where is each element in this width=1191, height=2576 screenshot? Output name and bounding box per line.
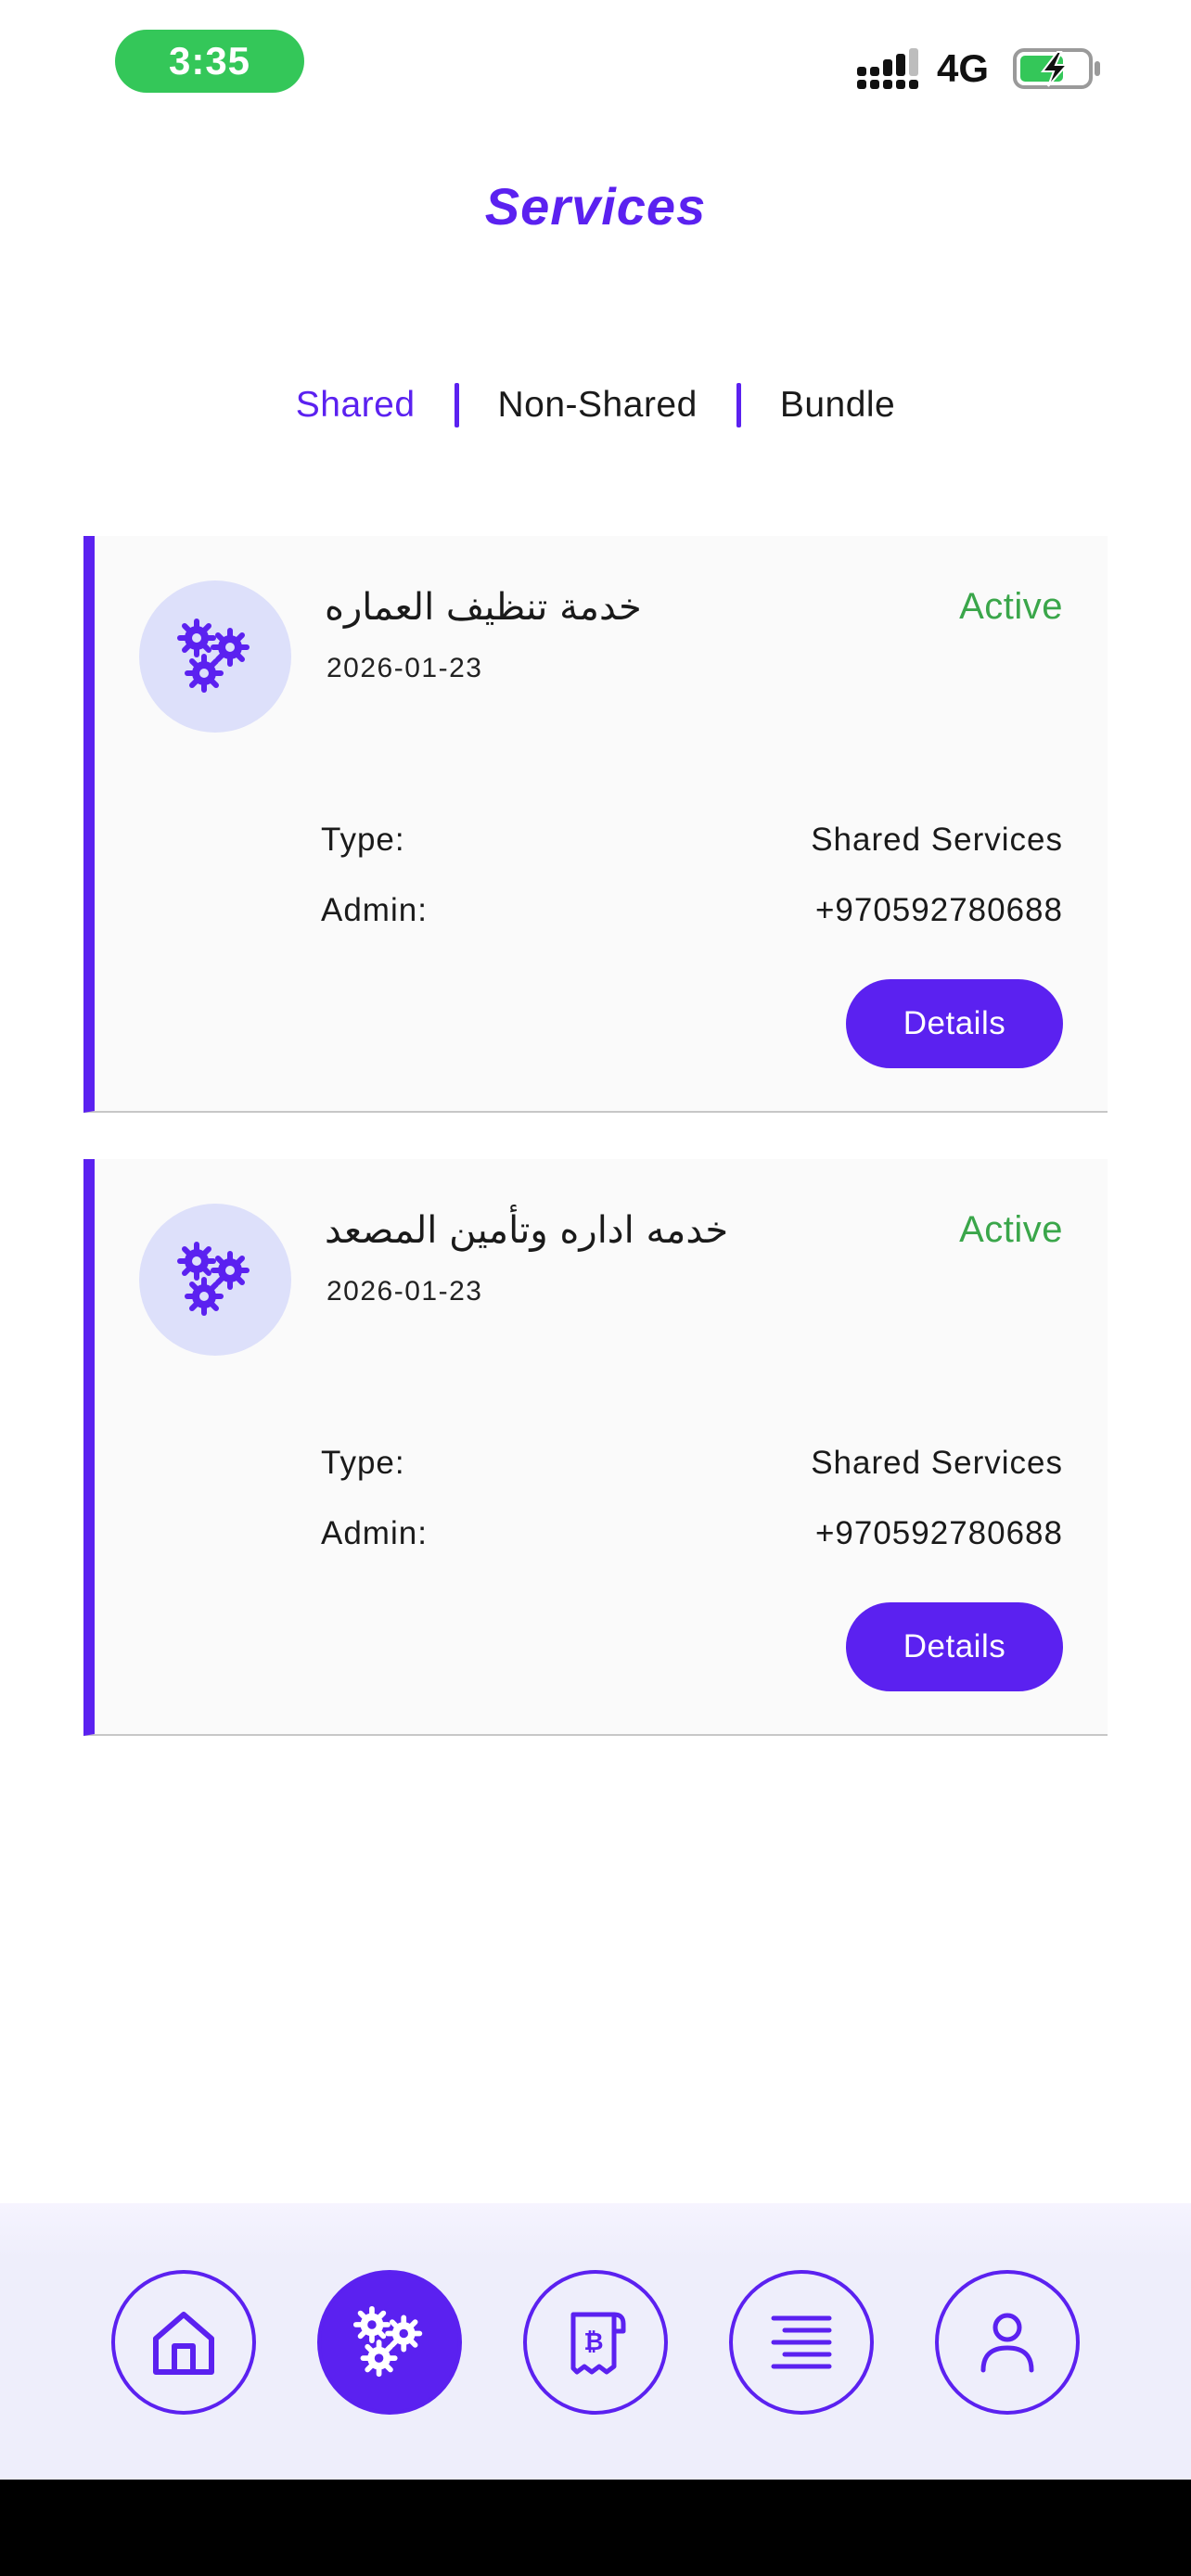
- signal-bars-icon: [857, 48, 918, 89]
- type-label: Type:: [321, 1445, 405, 1481]
- tab-shared[interactable]: Shared: [257, 385, 455, 426]
- admin-phone: +970592780688: [814, 892, 1063, 928]
- user-icon: [980, 2313, 1034, 2373]
- bitcoin-receipt-icon: ₿: [570, 2312, 626, 2375]
- service-name: خدمة تنظيف العماره: [325, 586, 642, 629]
- type-value: Shared Services: [811, 822, 1063, 858]
- admin-label: Admin:: [321, 1515, 428, 1551]
- status-badge: Active: [959, 586, 1063, 627]
- battery-charging-icon: [1013, 48, 1100, 89]
- nav-home-button[interactable]: [111, 2270, 256, 2415]
- details-button[interactable]: Details: [846, 1602, 1063, 1691]
- svg-text:₿: ₿: [583, 2328, 603, 2356]
- service-avatar: [139, 580, 291, 733]
- status-bar: 3:35 4G: [0, 0, 1191, 130]
- type-value: Shared Services: [811, 1445, 1063, 1481]
- service-avatar: [139, 1204, 291, 1356]
- menu-list-icon: [771, 2315, 832, 2369]
- service-name: خدمه اداره وتأمين المصعد: [325, 1209, 729, 1252]
- network-label: 4G: [937, 46, 990, 90]
- nav-menu-button[interactable]: [729, 2270, 874, 2415]
- service-tabs: Shared Non-Shared Bundle: [0, 373, 1191, 438]
- bottom-nav: ₿: [0, 2203, 1191, 2480]
- nav-services-button[interactable]: [317, 2270, 462, 2415]
- gears-icon: [177, 618, 250, 693]
- tab-non-shared[interactable]: Non-Shared: [459, 385, 736, 426]
- nav-payments-button[interactable]: ₿: [523, 2270, 668, 2415]
- admin-label: Admin:: [321, 892, 428, 928]
- status-time: 3:35: [115, 30, 304, 93]
- gears-icon: [177, 1242, 250, 1316]
- home-indicator-area: [0, 2480, 1191, 2576]
- service-card: خدمه اداره وتأمين المصعد 2026-01-23 Acti…: [83, 1159, 1108, 1736]
- type-label: Type:: [321, 822, 405, 858]
- admin-phone: +970592780688: [814, 1515, 1063, 1551]
- status-badge: Active: [959, 1209, 1063, 1250]
- nav-profile-button[interactable]: [935, 2270, 1080, 2415]
- tab-bundle[interactable]: Bundle: [741, 385, 934, 426]
- gears-icon: [352, 2305, 423, 2378]
- page-title: Services: [484, 177, 707, 236]
- service-date: 2026-01-23: [327, 653, 483, 683]
- details-button[interactable]: Details: [846, 979, 1063, 1068]
- service-card: خدمة تنظيف العماره 2026-01-23 Active Typ…: [83, 536, 1108, 1113]
- home-icon: [153, 2312, 214, 2375]
- service-date: 2026-01-23: [327, 1276, 483, 1307]
